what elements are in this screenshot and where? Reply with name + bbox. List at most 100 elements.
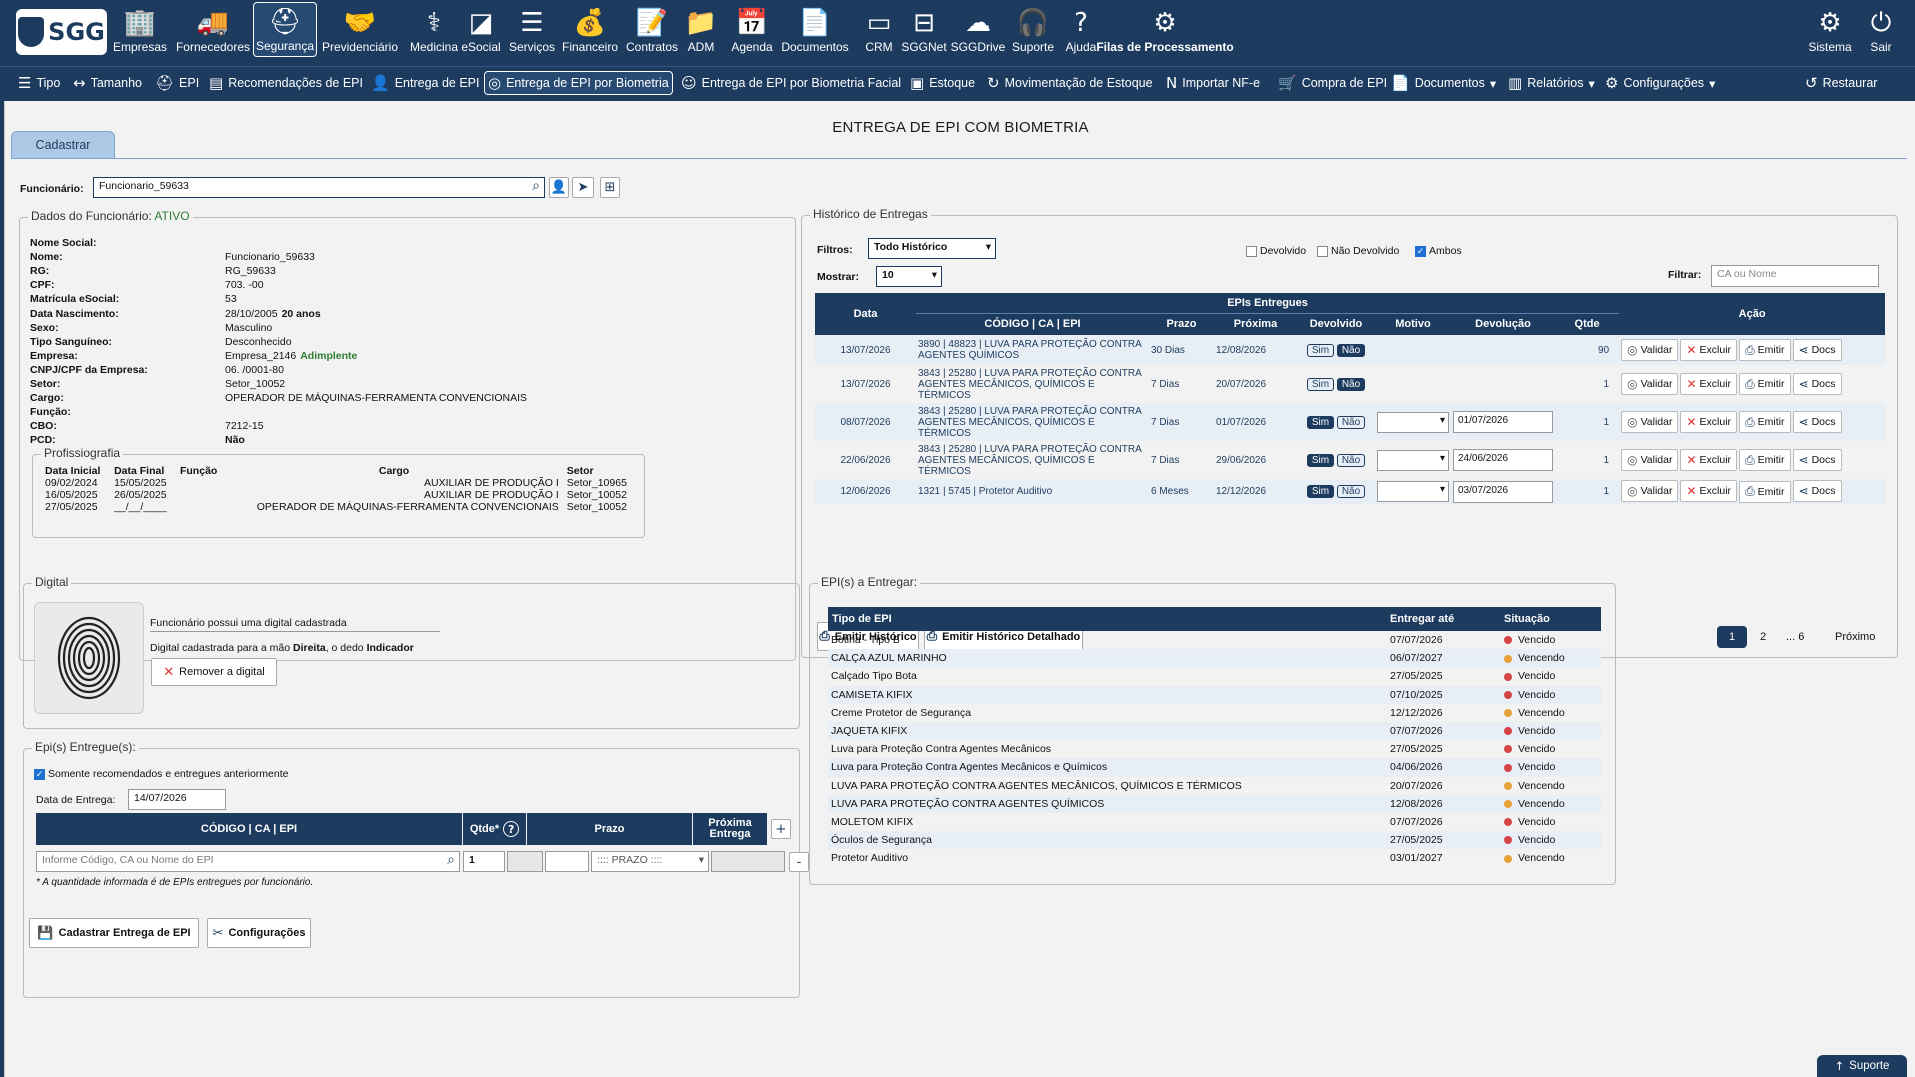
filtrar-input[interactable]: CA ou Nome bbox=[1711, 265, 1879, 287]
cadastrar-entrega-button[interactable]: 💾 Cadastrar Entrega de EPI bbox=[29, 918, 199, 948]
subnav-item[interactable]: N Importar NF-e bbox=[1163, 71, 1263, 95]
docs-button[interactable]: ⋖ Docs bbox=[1792, 480, 1842, 503]
top-nav-item[interactable]: 💰 Financeiro bbox=[559, 2, 621, 57]
devolvido-nao-toggle[interactable]: Não bbox=[1336, 377, 1366, 391]
top-nav-item[interactable]: ⚙ Filas de Processamento bbox=[1096, 2, 1233, 57]
top-nav-item[interactable]: 📅 Agenda bbox=[727, 2, 777, 57]
emitir-button[interactable]: ⎙ Emitir bbox=[1739, 480, 1791, 503]
validar-button[interactable]: ◎ Validar bbox=[1621, 480, 1679, 503]
top-nav-item[interactable]: ? Ajuda bbox=[1062, 2, 1100, 57]
motivo-select[interactable]: ▾ bbox=[1377, 481, 1449, 502]
subnav-item[interactable]: ◎ Entrega de EPI por Biometria bbox=[484, 71, 673, 95]
validar-button[interactable]: ◎ Validar bbox=[1621, 410, 1679, 433]
top-nav-item[interactable]: ▭ CRM bbox=[861, 2, 897, 57]
devolucao-date-input[interactable]: 03/07/2026 bbox=[1453, 480, 1553, 503]
emitir-button[interactable]: ⎙ Emitir bbox=[1739, 339, 1791, 362]
send-button[interactable]: ➤ bbox=[572, 177, 594, 198]
remove-digital-button[interactable]: ✕ Remover a digital bbox=[151, 658, 277, 686]
pagination-page-6[interactable]: ... 6 bbox=[1786, 631, 1804, 643]
devolvido-nao-toggle[interactable]: Não bbox=[1336, 415, 1366, 429]
top-nav-item[interactable]: ☁ SGGDrive bbox=[950, 2, 1006, 57]
emitir-button[interactable]: ⎙ Emitir bbox=[1739, 449, 1791, 472]
devolvido-sim-toggle[interactable]: Sim bbox=[1306, 415, 1335, 429]
subnav-item[interactable]: 👤 Entrega de EPI bbox=[368, 71, 482, 95]
subnav-item[interactable]: ↔ Tamanho bbox=[70, 71, 145, 95]
docs-button[interactable]: ⋖ Docs bbox=[1792, 410, 1842, 433]
top-nav-item[interactable]: 🚚 Fornecedores bbox=[174, 2, 252, 57]
top-nav-item[interactable]: 📄 Documentos bbox=[778, 2, 852, 57]
remove-row-button[interactable]: - bbox=[789, 852, 809, 872]
somente-recomendados-checkbox[interactable]: ✓ Somente recomendados e entregues anteri… bbox=[34, 768, 288, 780]
top-nav-item[interactable]: 🏢 Empresas bbox=[112, 2, 168, 57]
top-nav-item[interactable]: ⚕ Medicina bbox=[409, 2, 459, 57]
motivo-select[interactable]: ▾ bbox=[1377, 411, 1449, 433]
funcionario-field[interactable]: Funcionario_59633 ⌕ bbox=[93, 177, 545, 198]
prazo-select[interactable]: :::: PRAZO :::: bbox=[591, 851, 709, 872]
devolvido-nao-toggle[interactable]: Não bbox=[1336, 485, 1366, 498]
subnav-item[interactable]: ☰ Tipo bbox=[15, 71, 63, 95]
checkbox-icon[interactable] bbox=[1317, 245, 1328, 257]
user-lookup-button[interactable]: 👤 bbox=[549, 177, 569, 198]
nao-devolvido-checkbox[interactable]: Não Devolvido bbox=[1317, 245, 1399, 257]
top-nav-item[interactable]: 📝 Contratos bbox=[623, 2, 681, 57]
top-nav-item[interactable]: 🎧 Suporte bbox=[1010, 2, 1056, 57]
top-nav-item[interactable]: 📁 ADM bbox=[682, 2, 720, 57]
devolvido-sim-toggle[interactable]: Sim bbox=[1306, 343, 1335, 357]
prazo-number-input[interactable] bbox=[545, 851, 589, 872]
validar-button[interactable]: ◎ Validar bbox=[1621, 372, 1679, 395]
filtros-select[interactable]: Todo Histórico bbox=[868, 238, 996, 259]
ambos-checkbox[interactable]: ✓ Ambos bbox=[1415, 245, 1462, 257]
docs-button[interactable]: ⋖ Docs bbox=[1792, 338, 1842, 361]
checkbox-checked-icon[interactable]: ✓ bbox=[1415, 245, 1426, 257]
excluir-button[interactable]: ✕ Excluir bbox=[1680, 338, 1738, 361]
subnav-item[interactable]: ▣ Estoque bbox=[907, 71, 978, 95]
devolvido-nao-toggle[interactable]: Não bbox=[1336, 453, 1366, 467]
checkbox-icon[interactable] bbox=[1246, 245, 1257, 257]
devolvido-checkbox[interactable]: Devolvido bbox=[1246, 245, 1306, 257]
excluir-button[interactable]: ✕ Excluir bbox=[1680, 448, 1738, 471]
docs-button[interactable]: ⋖ Docs bbox=[1792, 372, 1842, 395]
top-nav-item[interactable]: ◪ eSocial bbox=[459, 2, 503, 57]
emitir-button[interactable]: ⎙ Emitir bbox=[1739, 373, 1791, 396]
devolvido-sim-toggle[interactable]: Sim bbox=[1306, 485, 1335, 498]
subnav-item[interactable]: ⚙ Configurações ▾ bbox=[1602, 71, 1718, 95]
devolucao-date-input[interactable]: 24/06/2026 bbox=[1453, 449, 1553, 471]
excluir-button[interactable]: ✕ Excluir bbox=[1680, 480, 1738, 503]
devolvido-nao-toggle[interactable]: Não bbox=[1336, 343, 1366, 357]
tab-cadastrar[interactable]: Cadastrar bbox=[11, 131, 115, 159]
suporte-float-button[interactable]: ↑ Suporte bbox=[1817, 1055, 1907, 1077]
top-nav-sair[interactable]: ⏻ Sair bbox=[1862, 2, 1900, 57]
top-nav-item[interactable]: 🤝 Previdenciário bbox=[318, 2, 402, 57]
pagination-next[interactable]: Próximo bbox=[1835, 631, 1875, 643]
configuracoes-button[interactable]: ✂ Configurações bbox=[207, 918, 311, 948]
search-icon[interactable]: ⌕ bbox=[447, 852, 455, 868]
devolvido-sim-toggle[interactable]: Sim bbox=[1306, 377, 1335, 391]
devolvido-sim-toggle[interactable]: Sim bbox=[1306, 453, 1335, 467]
top-nav-item[interactable]: ☰ Serviços bbox=[508, 2, 556, 57]
help-icon[interactable]: ? bbox=[503, 821, 520, 837]
top-nav-item[interactable]: ⛑ Segurança bbox=[253, 2, 317, 57]
add-document-button[interactable]: ⊞ bbox=[600, 177, 620, 198]
devolucao-date-input[interactable]: 01/07/2026 bbox=[1453, 411, 1553, 433]
emitir-button[interactable]: ⎙ Emitir bbox=[1739, 411, 1791, 434]
epi-search-input[interactable]: Informe Código, CA ou Nome do EPI ⌕ bbox=[36, 851, 460, 872]
qtde-input[interactable]: 1 bbox=[463, 851, 505, 872]
pagination-page-1[interactable]: 1 bbox=[1717, 626, 1747, 648]
excluir-button[interactable]: ✕ Excluir bbox=[1680, 410, 1738, 433]
validar-button[interactable]: ◎ Validar bbox=[1621, 338, 1679, 361]
mostrar-select[interactable]: 10 bbox=[876, 266, 942, 287]
search-icon[interactable]: ⌕ bbox=[532, 178, 540, 194]
top-nav-item[interactable]: ⊟ SGGNet bbox=[901, 2, 946, 57]
data-entrega-input[interactable]: 14/07/2026 bbox=[128, 789, 226, 810]
top-nav-sistema[interactable]: ⚙ Sistema bbox=[1806, 2, 1854, 57]
subnav-item[interactable]: ⛑ EPI bbox=[152, 71, 202, 95]
subnav-item[interactable]: 🛒 Compra de EPI bbox=[1275, 71, 1390, 95]
subnav-item[interactable]: 📄 Documentos ▾ bbox=[1388, 71, 1499, 95]
subnav-item[interactable]: ↻ Movimentação de Estoque bbox=[984, 71, 1156, 95]
subnav-item[interactable]: ▤ Recomendações de EPI bbox=[206, 71, 366, 95]
pagination-page-2[interactable]: 2 bbox=[1760, 631, 1766, 643]
subnav-item[interactable]: ▥ Relatórios ▾ bbox=[1505, 71, 1598, 95]
excluir-button[interactable]: ✕ Excluir bbox=[1680, 372, 1738, 395]
docs-button[interactable]: ⋖ Docs bbox=[1792, 448, 1842, 471]
subnav-item[interactable]: ☺ Entrega de EPI por Biometria Facial bbox=[678, 71, 904, 95]
